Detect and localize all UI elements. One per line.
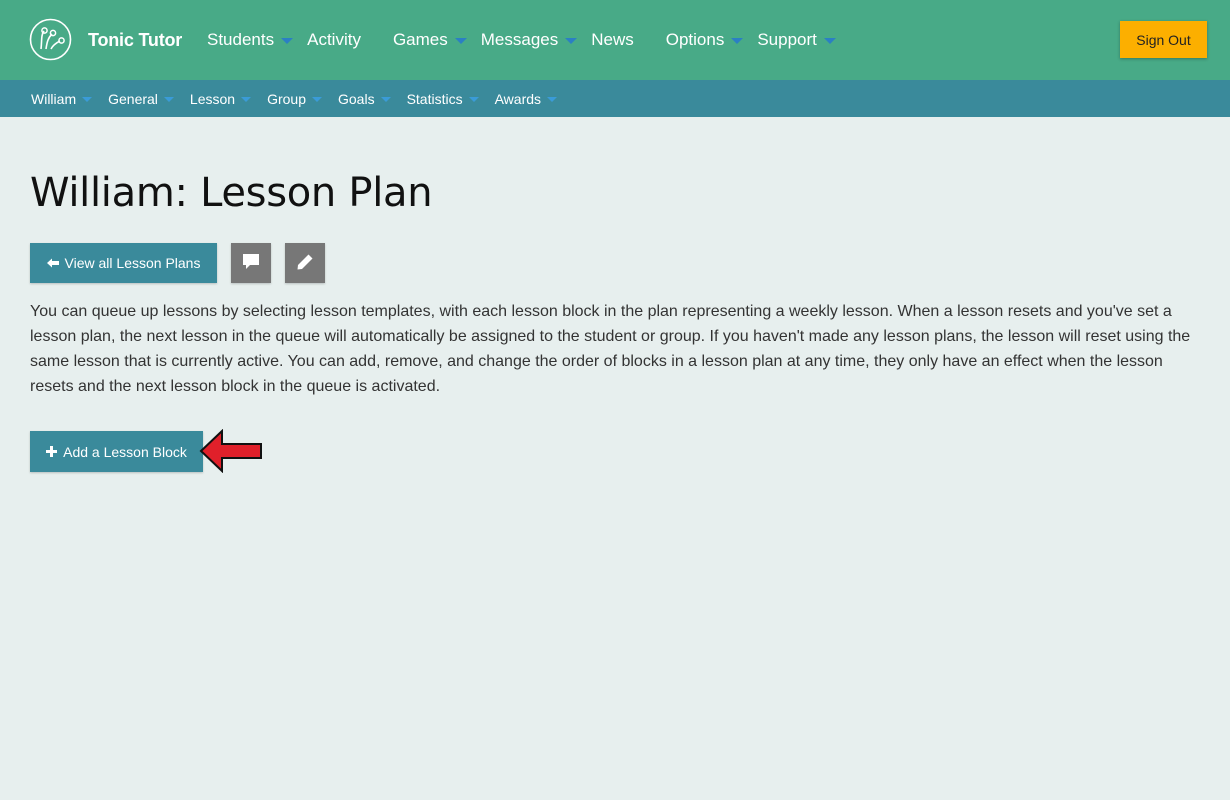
student-subnav: William General Lesson Group Goals Stati… — [31, 80, 573, 117]
edit-button[interactable] — [285, 243, 325, 283]
student-subnav-bar: William General Lesson Group Goals Stati… — [0, 80, 1230, 117]
nav-item-label: Options — [665, 30, 725, 49]
subnav-item-label: General — [108, 90, 158, 107]
subnav-item-lesson[interactable]: Lesson — [189, 90, 252, 107]
subnav-item-label: Awards — [494, 90, 542, 107]
lesson-plan-description: You can queue up lessons by selecting le… — [30, 303, 1191, 395]
nav-item-label: Students — [207, 30, 275, 49]
caret-down-icon — [454, 38, 467, 44]
nav-item-label: Games — [392, 30, 448, 49]
main-nav: Students Activity Games Messages News Op… — [207, 0, 850, 80]
subnav-item-general[interactable]: General — [108, 91, 174, 107]
subnav-item-label: Goals — [338, 90, 375, 107]
add-lesson-block-label: Add a Lesson Block — [63, 443, 187, 460]
nav-item-students[interactable]: Students — [207, 30, 294, 50]
nav-item-messages[interactable]: Messages — [480, 30, 578, 50]
brand-name[interactable]: Tonic Tutor — [88, 30, 182, 51]
sign-out-button[interactable]: Sign Out — [1120, 21, 1207, 58]
subnav-item-awards[interactable]: Awards — [494, 90, 558, 107]
top-navbar: Tonic Tutor Students Activity Games Mess… — [0, 0, 1230, 80]
subnav-item-william[interactable]: William — [31, 90, 93, 107]
subnav-item-statistics[interactable]: Statistics — [407, 91, 479, 107]
nav-item-support[interactable]: Support — [757, 30, 836, 50]
subnav-item-label: Lesson — [189, 90, 236, 107]
caret-down-icon — [547, 97, 558, 102]
nav-item-activity[interactable]: Activity — [307, 30, 361, 50]
nav-item-label: Support — [757, 30, 817, 49]
subnav-item-goals[interactable]: Goals — [338, 91, 391, 107]
caret-down-icon — [163, 97, 174, 102]
caret-down-icon — [468, 97, 479, 102]
nav-item-label: Messages — [480, 30, 559, 49]
arrow-left-icon — [46, 258, 59, 268]
caret-down-icon — [565, 38, 578, 44]
caret-down-icon — [82, 97, 93, 102]
subnav-item-group[interactable]: Group — [267, 91, 322, 107]
page-title: William: Lesson Plan — [30, 170, 433, 216]
nav-item-news[interactable]: News — [591, 30, 634, 50]
add-lesson-block-button[interactable]: Add a Lesson Block — [30, 431, 203, 472]
plus-icon — [46, 446, 58, 457]
subnav-item-label: William — [31, 90, 77, 107]
pencil-icon — [296, 253, 314, 274]
view-all-lesson-plans-button[interactable]: View all Lesson Plans — [30, 243, 217, 283]
caret-down-icon — [731, 38, 744, 44]
red-arrow-icon — [199, 429, 262, 473]
view-all-lesson-plans-label: View all Lesson Plans — [64, 255, 201, 271]
nav-item-label: News — [591, 30, 634, 49]
comment-button[interactable] — [231, 243, 271, 283]
caret-down-icon — [312, 97, 322, 102]
tonic-tutor-logo-icon[interactable] — [29, 18, 72, 61]
subnav-item-label: Statistics — [406, 90, 463, 107]
nav-item-label: Activity — [307, 30, 361, 49]
caret-down-icon — [281, 38, 294, 44]
caret-down-icon — [823, 38, 836, 44]
comment-icon — [242, 253, 260, 273]
caret-down-icon — [380, 97, 391, 102]
subnav-item-label: Group — [267, 90, 306, 107]
nav-item-games[interactable]: Games — [393, 30, 467, 50]
caret-down-icon — [241, 97, 252, 102]
nav-item-options[interactable]: Options — [666, 30, 744, 50]
